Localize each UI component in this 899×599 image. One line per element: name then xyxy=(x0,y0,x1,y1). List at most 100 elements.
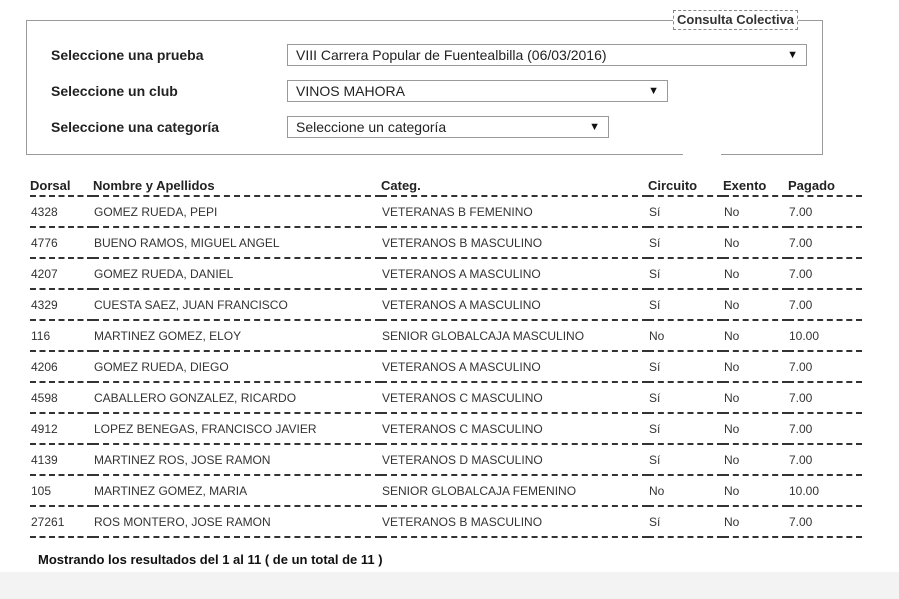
cell-categ: VETERANAS B FEMENINO xyxy=(381,196,648,228)
panel-border-gap xyxy=(683,153,721,157)
cell-circuito: Sí xyxy=(648,444,723,476)
cell-categ: VETERANOS C MASCULINO xyxy=(381,382,648,414)
table-row: 4139 MARTINEZ ROS, JOSE RAMON VETERANOS D … xyxy=(30,444,862,476)
table-row: 116 MARTINEZ GOMEZ, ELOY SENIOR GLOBALCAJA… xyxy=(30,320,862,352)
header-nombre[interactable]: Nombre y Apellidos xyxy=(93,176,381,197)
prueba-label: Seleccione una prueba xyxy=(51,47,204,63)
cell-nombre: GOMEZ RUEDA, PEPI xyxy=(93,196,381,228)
filter-panel: Seleccione una prueba VIII Carrera Popul… xyxy=(26,20,823,157)
cell-nombre: MARTINEZ GOMEZ, MARIA xyxy=(93,475,381,507)
categoria-label: Seleccione una categoría xyxy=(51,119,220,135)
prueba-select[interactable]: VIII Carrera Popular de Fuentealbilla (0… xyxy=(287,44,807,66)
club-label: Seleccione un club xyxy=(51,83,178,99)
bottom-bar xyxy=(0,572,899,599)
cell-categ: VETERANOS A MASCULINO xyxy=(381,351,648,383)
table-row: 27261 ROS MONTERO, JOSE RAMON VETERANOS B … xyxy=(30,506,862,538)
results-table: Dorsal Nombre y Apellidos Categ. Circuit… xyxy=(30,176,862,538)
cell-pagado: 7.00 xyxy=(788,351,862,383)
table-header-row: Dorsal Nombre y Apellidos Categ. Circuit… xyxy=(30,176,862,197)
cell-nombre: MARTINEZ ROS, JOSE RAMON xyxy=(93,444,381,476)
cell-nombre: LOPEZ BENEGAS, FRANCISCO JAVIER xyxy=(93,413,381,445)
table-body: 4328 GOMEZ RUEDA, PEPI VETERANAS B FEMENIN… xyxy=(30,196,862,538)
header-circuito[interactable]: Circuito xyxy=(648,176,723,197)
club-select-value: VINOS MAHORA xyxy=(296,83,405,99)
header-categ[interactable]: Categ. xyxy=(381,176,648,197)
categoria-row: Seleccione una categoría Seleccione un c… xyxy=(51,115,609,139)
cell-exento: No xyxy=(723,382,788,414)
cell-exento: No xyxy=(723,351,788,383)
cell-dorsal: 4328 xyxy=(30,196,93,228)
cell-circuito: Sí xyxy=(648,413,723,445)
cell-pagado: 7.00 xyxy=(788,258,862,290)
cell-nombre: CUESTA SAEZ, JUAN FRANCISCO xyxy=(93,289,381,321)
cell-dorsal: 105 xyxy=(30,475,93,507)
cell-exento: No xyxy=(723,506,788,538)
cell-exento: No xyxy=(723,413,788,445)
triangle-down-icon[interactable]: ▼ xyxy=(648,85,659,97)
header-exento[interactable]: Exento xyxy=(723,176,788,197)
cell-nombre: ROS MONTERO, JOSE RAMON xyxy=(93,506,381,538)
cell-exento: No xyxy=(723,196,788,228)
categoria-select[interactable]: Seleccione un categoría ▼ xyxy=(287,116,609,138)
cell-circuito: No xyxy=(648,475,723,507)
cell-categ: VETERANOS A MASCULINO xyxy=(381,258,648,290)
club-row: Seleccione un club VINOS MAHORA ▼ xyxy=(51,79,668,103)
cell-circuito: Sí xyxy=(648,258,723,290)
club-select[interactable]: VINOS MAHORA ▼ xyxy=(287,80,668,102)
cell-nombre: MARTINEZ GOMEZ, ELOY xyxy=(93,320,381,352)
cell-circuito: Sí xyxy=(648,506,723,538)
categoria-select-value: Seleccione un categoría xyxy=(296,119,447,135)
cell-circuito: Sí xyxy=(648,382,723,414)
cell-categ: VETERANOS B MASCULINO xyxy=(381,506,648,538)
cell-dorsal: 4912 xyxy=(30,413,93,445)
cell-exento: No xyxy=(723,258,788,290)
cell-pagado: 7.00 xyxy=(788,413,862,445)
header-dorsal[interactable]: Dorsal xyxy=(30,176,93,197)
cell-dorsal: 4776 xyxy=(30,227,93,259)
cell-exento: No xyxy=(723,320,788,352)
cell-pagado: 10.00 xyxy=(788,320,862,352)
table-row: 4912 LOPEZ BENEGAS, FRANCISCO JAVIER VETER… xyxy=(30,413,862,445)
table-row: 4329 CUESTA SAEZ, JUAN FRANCISCO VETERANOS… xyxy=(30,289,862,321)
cell-dorsal: 116 xyxy=(30,320,93,352)
prueba-select-value: VIII Carrera Popular de Fuentealbilla (0… xyxy=(296,47,607,63)
panel-legend: Consulta Colectiva xyxy=(673,10,799,30)
cell-exento: No xyxy=(723,444,788,476)
cell-dorsal: 4329 xyxy=(30,289,93,321)
triangle-down-icon[interactable]: ▼ xyxy=(589,121,600,133)
table-row: 105 MARTINEZ GOMEZ, MARIA SENIOR GLOBALCAJ… xyxy=(30,475,862,507)
cell-categ: VETERANOS D MASCULINO xyxy=(381,444,648,476)
cell-pagado: 7.00 xyxy=(788,227,862,259)
cell-circuito: Sí xyxy=(648,227,723,259)
table-row: 4206 GOMEZ RUEDA, DIEGO VETERANOS A MASCUL… xyxy=(30,351,862,383)
cell-pagado: 7.00 xyxy=(788,289,862,321)
table-row: 4776 BUENO RAMOS, MIGUEL ANGEL VETERANOS B… xyxy=(30,227,862,259)
header-pagado[interactable]: Pagado xyxy=(788,176,862,197)
cell-dorsal: 4206 xyxy=(30,351,93,383)
cell-pagado: 7.00 xyxy=(788,506,862,538)
cell-nombre: CABALLERO GONZALEZ, RICARDO xyxy=(93,382,381,414)
cell-dorsal: 4598 xyxy=(30,382,93,414)
cell-dorsal: 4207 xyxy=(30,258,93,290)
cell-categ: VETERANOS B MASCULINO xyxy=(381,227,648,259)
cell-categ: SENIOR GLOBALCAJA MASCULINO xyxy=(381,320,648,352)
cell-pagado: 7.00 xyxy=(788,444,862,476)
cell-exento: No xyxy=(723,475,788,507)
cell-dorsal: 4139 xyxy=(30,444,93,476)
cell-circuito: Sí xyxy=(648,196,723,228)
cell-categ: SENIOR GLOBALCAJA FEMENINO xyxy=(381,475,648,507)
cell-dorsal: 27261 xyxy=(30,506,93,538)
cell-nombre: BUENO RAMOS, MIGUEL ANGEL xyxy=(93,227,381,259)
cell-nombre: GOMEZ RUEDA, DIEGO xyxy=(93,351,381,383)
table-row: 4328 GOMEZ RUEDA, PEPI VETERANAS B FEMENIN… xyxy=(30,196,862,228)
table-row: 4598 CABALLERO GONZALEZ, RICARDO VETERANOS… xyxy=(30,382,862,414)
prueba-row: Seleccione una prueba VIII Carrera Popul… xyxy=(51,43,807,67)
cell-categ: VETERANOS C MASCULINO xyxy=(381,413,648,445)
cell-circuito: No xyxy=(648,320,723,352)
cell-pagado: 7.00 xyxy=(788,382,862,414)
cell-nombre: GOMEZ RUEDA, DANIEL xyxy=(93,258,381,290)
cell-exento: No xyxy=(723,227,788,259)
cell-categ: VETERANOS A MASCULINO xyxy=(381,289,648,321)
triangle-down-icon[interactable]: ▼ xyxy=(787,49,798,61)
cell-circuito: Sí xyxy=(648,289,723,321)
